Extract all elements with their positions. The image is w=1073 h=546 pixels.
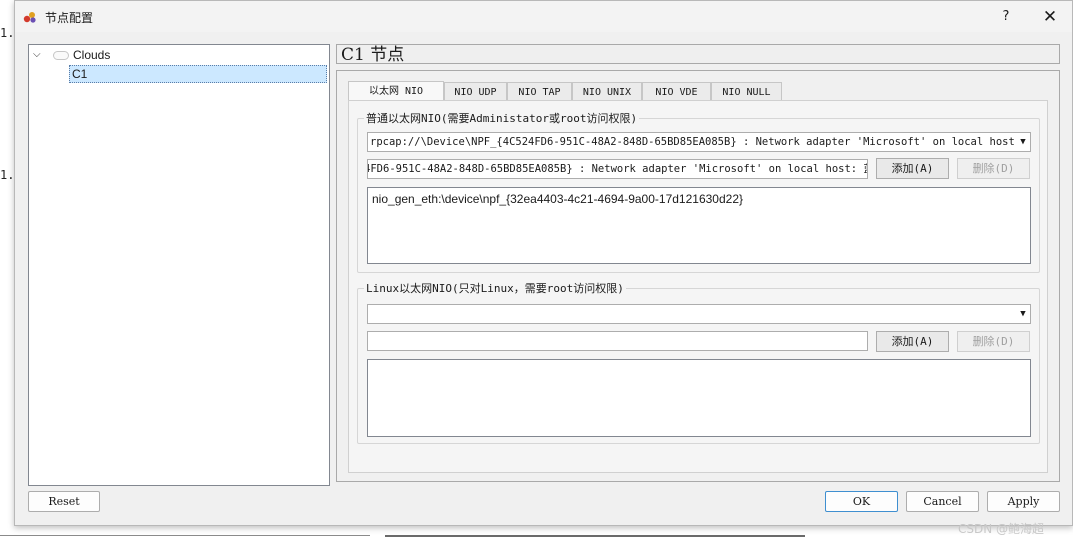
csdn-watermark: CSDN @鲍海超 — [958, 522, 1045, 536]
background-rule — [0, 535, 370, 536]
background-text-fragment: 1. — [0, 168, 15, 182]
ok-button[interactable]: OK — [825, 491, 898, 512]
cancel-button[interactable]: Cancel — [906, 491, 979, 512]
tree-item-label: Clouds — [73, 48, 111, 62]
chevron-down-icon[interactable]: ▼ — [1016, 133, 1030, 151]
tab-nio-vde[interactable]: NIO VDE — [642, 82, 711, 101]
tab-ethernet-nio[interactable]: 以太网 NIO — [348, 81, 444, 101]
linux-delete-button[interactable]: 删除(D) — [957, 331, 1030, 352]
close-button[interactable]: ✕ — [1035, 4, 1065, 30]
background-rule — [385, 535, 805, 537]
tab-nio-unix[interactable]: NIO UNIX — [572, 82, 642, 101]
tab-nio-udp[interactable]: NIO UDP — [444, 82, 507, 101]
adapter-input[interactable]: rpcap://\Device\NPF_{4C524FD6-951C-48A2-… — [367, 159, 868, 179]
nio-list[interactable]: nio_gen_eth:\device\npf_{32ea4403-4c21-4… — [367, 187, 1031, 264]
list-item[interactable]: nio_gen_eth:\device\npf_{32ea4403-4c21-4… — [372, 192, 743, 206]
linux-nio-list[interactable] — [367, 359, 1031, 437]
app-dots-icon — [23, 12, 36, 23]
dialog-titlebar[interactable]: 节点配置 ? ✕ — [15, 1, 1072, 32]
add-button[interactable]: 添加(A) — [876, 158, 949, 179]
tab-nio-tap[interactable]: NIO TAP — [507, 82, 572, 101]
help-button[interactable]: ? — [991, 4, 1021, 30]
apply-button[interactable]: Apply — [987, 491, 1060, 512]
adapter-input-value: rpcap://\Device\NPF_{4C524FD6-951C-48A2-… — [368, 163, 867, 175]
tree-item-label: C1 — [72, 67, 88, 81]
linux-add-button[interactable]: 添加(A) — [876, 331, 949, 352]
chevron-down-icon[interactable]: ▼ — [1016, 305, 1030, 323]
reset-button[interactable]: Reset — [28, 491, 100, 512]
tree-item-c1[interactable]: C1 — [69, 65, 327, 83]
ethernet-nio-page: 普通以太网NIO(需要Administator或root访问权限) rpcap:… — [348, 100, 1048, 473]
linux-ethernet-group: Linux以太网NIO(只对Linux，需要root访问权限) ▼ 添加(A) … — [357, 280, 1040, 444]
cloud-icon — [53, 51, 69, 60]
linux-adapter-input[interactable] — [367, 331, 868, 351]
adapter-select-value: rpcap://\Device\NPF_{4C524FD6-951C-48A2-… — [370, 136, 1031, 148]
chevron-down-icon[interactable]: ⌵ — [33, 46, 45, 64]
node-config-dialog: 节点配置 ? ✕ ⌵ Clouds C1 C1 节点 以太网 NIO NIO U… — [14, 0, 1073, 526]
adapter-select[interactable]: rpcap://\Device\NPF_{4C524FD6-951C-48A2-… — [367, 132, 1031, 152]
tree-item-clouds[interactable]: ⌵ Clouds — [29, 46, 327, 64]
node-title: C1 节点 — [336, 44, 1060, 65]
node-tree[interactable]: ⌵ Clouds C1 — [28, 44, 330, 486]
group-title: Linux以太网NIO(只对Linux，需要root访问权限) — [364, 280, 626, 296]
generic-ethernet-group: 普通以太网NIO(需要Administator或root访问权限) rpcap:… — [357, 110, 1040, 273]
delete-button[interactable]: 删除(D) — [957, 158, 1030, 179]
linux-adapter-select[interactable]: ▼ — [367, 304, 1031, 324]
dialog-title: 节点配置 — [45, 11, 94, 25]
group-title: 普通以太网NIO(需要Administator或root访问权限) — [364, 110, 640, 126]
tab-nio-null[interactable]: NIO NULL — [711, 82, 782, 101]
